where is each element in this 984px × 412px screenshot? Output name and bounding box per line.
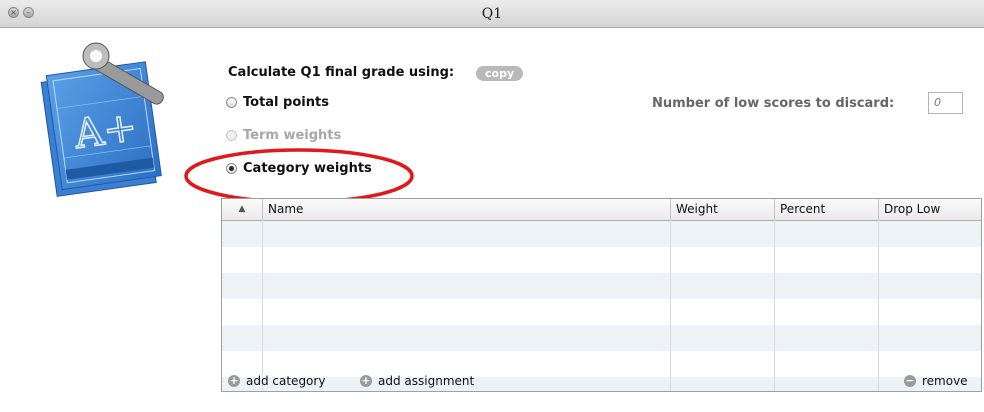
remove-label: remove [922, 374, 968, 388]
table-row[interactable] [222, 247, 981, 273]
column-divider [774, 220, 775, 391]
highlight-annotation [184, 148, 414, 204]
column-header-weight[interactable]: Weight [671, 199, 775, 220]
plus-circle-icon: + [360, 374, 372, 387]
column-divider [878, 220, 879, 391]
title-bar: × – Q1 [0, 0, 984, 28]
column-divider [670, 220, 671, 391]
add-assignment-button[interactable]: + add assignment [360, 374, 474, 388]
remove-button[interactable]: − remove [904, 374, 968, 388]
low-scores-label: Number of low scores to discard: [652, 96, 895, 111]
window-title: Q1 [481, 6, 503, 22]
column-header-percent[interactable]: Percent [775, 199, 879, 220]
content-area: A+ Calculate Q1 final grade using: copy … [0, 28, 984, 412]
option-term-weights: Term weights [226, 128, 341, 143]
low-scores-input[interactable]: 0 [928, 92, 963, 114]
column-divider [262, 220, 263, 391]
total-points-radio[interactable] [226, 97, 237, 108]
table-row[interactable] [222, 377, 981, 391]
add-category-button[interactable]: + add category [228, 374, 325, 388]
table-row[interactable] [222, 273, 981, 299]
calc-method-label: Calculate Q1 final grade using: [228, 65, 455, 80]
gradebook-blueprint-icon: A+ [40, 42, 164, 197]
sort-indicator[interactable]: ▲ [222, 199, 263, 220]
table-row[interactable] [222, 299, 981, 325]
column-header-name[interactable]: Name [263, 199, 671, 220]
table-row[interactable] [222, 325, 981, 351]
term-weights-radio [226, 130, 237, 141]
column-header-drop-low[interactable]: Drop Low [879, 199, 981, 220]
copy-button[interactable]: copy [476, 66, 524, 81]
plus-circle-icon: + [228, 374, 240, 387]
option-total-points[interactable]: Total points [226, 95, 329, 110]
table-row[interactable] [222, 221, 981, 247]
total-points-label: Total points [243, 95, 329, 110]
add-category-label: add category [246, 374, 326, 388]
add-assignment-label: add assignment [378, 374, 475, 388]
table-header: ▲ Name Weight Percent Drop Low [222, 199, 981, 221]
categories-table: ▲ Name Weight Percent Drop Low [221, 198, 982, 392]
minus-circle-icon: − [904, 374, 916, 387]
table-row[interactable] [222, 351, 981, 377]
svg-text:A+: A+ [71, 104, 140, 158]
term-weights-label: Term weights [243, 128, 342, 143]
